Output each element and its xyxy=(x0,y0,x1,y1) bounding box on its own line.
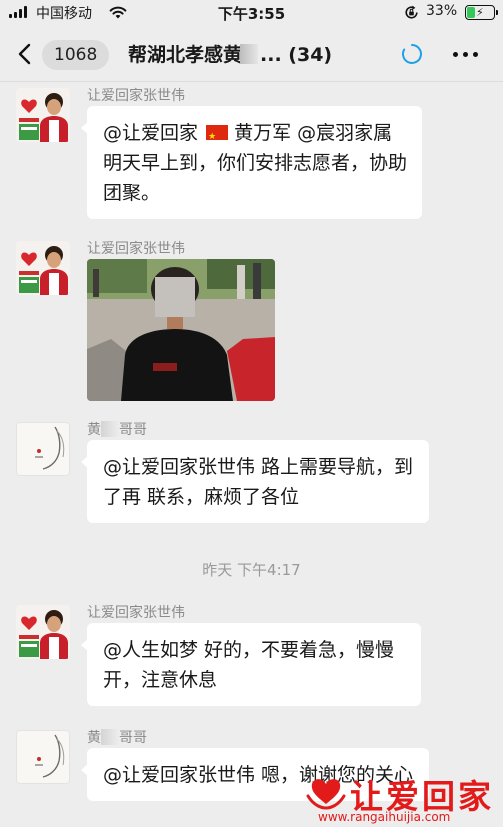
street-photo-image xyxy=(87,259,275,401)
loading-circle-icon xyxy=(402,44,422,64)
battery-icon: ⚡ xyxy=(465,5,498,20)
brand-watermark: 让爱回家 www.rangaihuijia.com xyxy=(300,772,500,827)
avatar[interactable] xyxy=(16,605,70,659)
volunteer-avatar-image xyxy=(16,605,70,659)
rotation-lock-icon xyxy=(405,5,418,19)
sender-name: 让爱回家张世伟 xyxy=(87,88,185,104)
avatar[interactable] xyxy=(16,730,70,784)
sender-name: 让爱回家张世伟 xyxy=(87,605,185,621)
volunteer-avatar-image xyxy=(16,88,70,142)
avatar[interactable] xyxy=(16,88,70,142)
sender-redaction xyxy=(101,729,119,745)
ink-painting-avatar-image xyxy=(17,731,69,783)
brand-url: www.rangaihuijia.com xyxy=(318,810,451,824)
message-bubble[interactable]: @让爱回家 黄万军 @宸羽家属明天早上到，你们安排志愿者，协助团聚。 xyxy=(81,106,422,219)
message-photo[interactable] xyxy=(87,259,275,401)
volunteer-avatar-image xyxy=(16,241,70,295)
timestamp: 昨天 下午4:17 xyxy=(202,561,301,579)
message-text: @让爱回家 xyxy=(103,122,199,144)
sender-name: 让爱回家张世伟 xyxy=(87,241,185,257)
chat-title-suffix: ... (34) xyxy=(260,44,333,66)
sender-name: 黄 哥哥 xyxy=(87,727,147,747)
sender-name-suffix: 哥哥 xyxy=(119,422,147,438)
china-flag-icon xyxy=(206,122,229,152)
status-bar: 中国移动 下午3:55 33% ⚡ xyxy=(0,0,503,26)
sender-name: 黄 哥哥 xyxy=(87,419,147,439)
heart-hands-logo-icon xyxy=(306,779,346,810)
avatar[interactable] xyxy=(16,422,70,476)
message-text: @人生如梦 好的，不要着急，慢慢开，注意休息 xyxy=(103,639,395,691)
avatar[interactable] xyxy=(16,241,70,295)
sender-name-prefix: 黄 xyxy=(87,730,101,746)
back-chevron-icon[interactable] xyxy=(14,42,36,66)
message-bubble[interactable]: @人生如梦 好的，不要着急，慢慢开，注意休息 xyxy=(81,623,421,706)
chat-title-text: 帮湖北孝感黄 xyxy=(128,44,243,66)
ink-painting-avatar-image xyxy=(17,423,69,475)
message-bubble[interactable]: @让爱回家张世伟 路上需要导航，到了再 联系，麻烦了各位 xyxy=(81,440,429,523)
more-dots-icon[interactable] xyxy=(453,52,479,58)
nav-bar: 1068 帮湖北孝感黄 ... (34) xyxy=(0,26,503,82)
chat-area[interactable]: 让爱回家张世伟 @让爱回家 黄万军 @宸羽家属明天早上到，你们安排志愿者，协助团… xyxy=(0,82,503,827)
unread-count-badge[interactable]: 1068 xyxy=(42,40,110,70)
sender-name-prefix: 黄 xyxy=(87,422,101,438)
battery-percent: 33% xyxy=(426,3,458,19)
chat-title[interactable]: 帮湖北孝感黄 ... (34) xyxy=(128,41,368,69)
sender-redaction xyxy=(101,421,119,437)
message-text: @让爱回家张世伟 路上需要导航，到了再 联系，麻烦了各位 xyxy=(103,456,414,508)
sender-name-suffix: 哥哥 xyxy=(119,730,147,746)
title-redaction xyxy=(240,44,259,64)
